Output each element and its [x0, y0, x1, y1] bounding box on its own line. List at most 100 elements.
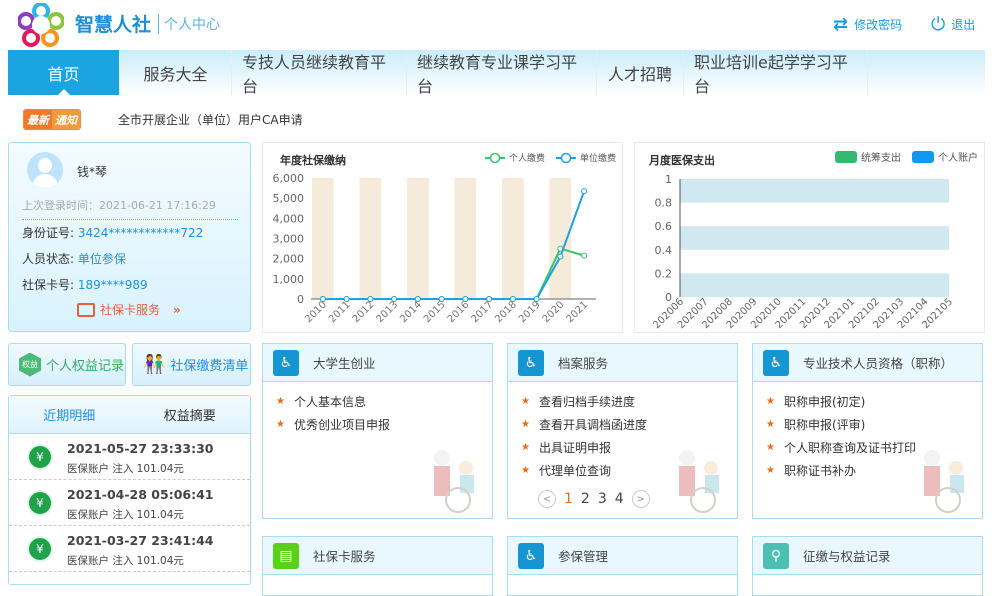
user-card: 钱*琴 上次登录时间：2021-06-21 17:16:29 身份证号: 342…: [8, 142, 251, 332]
nav-tab-course-platform[interactable]: 继续教育专业课学习平台: [407, 50, 597, 96]
change-password-label: 修改密码: [854, 18, 903, 32]
service-link[interactable]: 优秀创业项目申报: [276, 413, 492, 436]
rights-badge-icon: 权益: [19, 352, 41, 377]
x-tick-label: 2021: [564, 299, 590, 325]
swap-icon: ⇄: [833, 14, 849, 35]
legend-label: 个人缴费: [509, 152, 545, 164]
x-tick-label: 2015: [422, 299, 448, 325]
logout-link[interactable]: ⏻ 退出: [931, 14, 975, 35]
nav-tab-recruitment[interactable]: 人才招聘: [597, 50, 684, 95]
nav-tab-training[interactable]: 职业培训e起学学习平台: [684, 50, 868, 96]
legend-swatch: [835, 151, 857, 163]
card-service-link[interactable]: 社保卡服务 »: [77, 301, 181, 318]
x-tick-label: 2016: [446, 299, 472, 325]
site-title: 智慧人社: [75, 14, 152, 36]
data-point: [343, 296, 350, 302]
status-row: 人员状态: 单位参保: [22, 252, 126, 266]
person-icon: ♿: [273, 349, 299, 376]
x-tick-label: 2020: [541, 299, 567, 325]
y-tick-label: 0: [297, 293, 304, 306]
service-card: ♿ 参保管理: [507, 536, 738, 596]
next-page-button[interactable]: >: [631, 490, 650, 508]
person-icon: ♿: [763, 349, 789, 376]
change-password-link[interactable]: ⇄ 修改密码: [833, 14, 902, 35]
service-title[interactable]: 大学生创业: [313, 353, 376, 372]
page-3[interactable]: 3: [598, 491, 607, 507]
data-point: [581, 252, 588, 259]
service-link[interactable]: 查看开具调档函进度: [521, 413, 737, 436]
x-tick-label: 2012: [351, 299, 377, 325]
nav-tab-services[interactable]: 服务大全: [120, 50, 232, 95]
service-card: ♿档案服务查看归档手续进度查看开具调档函进度出具证明申报代理单位查询<1234>: [507, 343, 738, 519]
record-item: ¥2021-03-27 23:41:44 医保账户 注入 101.04元: [9, 526, 250, 572]
id-number-row: 身份证号: 3424************722: [22, 226, 204, 240]
site-subtitle: 个人中心: [158, 14, 220, 34]
category-band: [454, 178, 477, 299]
x-tick-label: 2013: [374, 299, 400, 325]
service-link[interactable]: 职称申报(评审): [766, 413, 982, 436]
data-point: [438, 296, 445, 302]
record-desc: 医保账户 注入 101.04元: [67, 509, 184, 521]
data-point: [509, 296, 516, 302]
service-link[interactable]: 职称申报(初定): [766, 390, 982, 413]
service-link[interactable]: 查看归档手续进度: [521, 390, 737, 413]
wheelchair-illustration: [679, 450, 719, 513]
x-tick-label: 2011: [327, 299, 353, 325]
power-icon: ⏻: [931, 14, 946, 35]
page-2[interactable]: 2: [581, 491, 590, 507]
y-tick-label: 3,000: [273, 233, 305, 246]
x-tick-label: 2017: [469, 299, 495, 325]
search-user-icon: ⚲: [763, 542, 789, 569]
prev-page-button[interactable]: <: [538, 490, 556, 508]
logo: [17, 2, 65, 47]
service-title[interactable]: 档案服务: [558, 353, 608, 372]
category-band: [359, 178, 382, 299]
nav-tab-home[interactable]: 首页: [8, 50, 120, 95]
service-link[interactable]: 个人基本信息: [276, 390, 492, 413]
y-tick-label: 1,000: [273, 273, 305, 286]
nav-tab-pro-education[interactable]: 专技人员继续教育平台: [232, 50, 407, 96]
legend-marker: [560, 152, 572, 164]
service-title[interactable]: 征缴与权益记录: [803, 546, 891, 565]
y-tick-label: 0.8: [655, 197, 673, 210]
main-nav: 首页 服务大全 专技人员继续教育平台 继续教育专业课学习平台 人才招聘 职业培训…: [8, 50, 985, 96]
tab-rights-summary[interactable]: 权益摘要: [130, 396, 251, 433]
y-tick-label: 4,000: [273, 212, 305, 225]
record-time: 2021-04-28 05:06:41: [67, 487, 214, 502]
logout-label: 退出: [951, 18, 976, 32]
card-service-label: 社保卡服务: [100, 303, 161, 317]
x-tick-label: 2018: [493, 299, 519, 325]
y-tick-label: 0.2: [655, 267, 673, 280]
legend-label: 单位缴费: [580, 152, 616, 164]
payment-list-button[interactable]: 👫 社保缴费清单: [132, 343, 251, 386]
category-band: [407, 178, 429, 299]
tab-recent-details[interactable]: 近期明细: [9, 396, 130, 433]
category-band: [502, 178, 524, 299]
legend-label: 个人账户: [938, 151, 978, 164]
id-card-icon: [77, 302, 95, 317]
wheelchair-illustration: [434, 450, 474, 513]
service-card: ♿专业技术人员资格（职称）职称申报(初定)职称申报(评审)个人职称查询及证书打印…: [752, 343, 983, 519]
x-tick-label: 2014: [398, 299, 424, 325]
person-icon: ♿: [518, 542, 544, 569]
page-1[interactable]: 1: [564, 491, 573, 507]
rights-record-button[interactable]: 权益 个人权益记录: [8, 343, 126, 386]
person-icon: ♿: [518, 349, 544, 376]
record-time: 2021-03-27 23:41:44: [67, 533, 214, 548]
service-card: ⚲ 征缴与权益记录: [752, 536, 983, 596]
service-title[interactable]: 专业技术人员资格（职称）: [803, 353, 953, 372]
data-point: [319, 296, 326, 302]
page-4[interactable]: 4: [615, 491, 624, 507]
service-card: ♿ 大学生创业个人基本信息优秀创业项目申报: [262, 343, 493, 519]
legend-label: 统筹支出: [861, 151, 901, 164]
y-tick-label: 6,000: [273, 172, 305, 185]
monthly-medical-chart: 月度医保支出 0 0.2 0.4 0.6 0.8 1 202006 202007 202008 2…: [634, 142, 985, 333]
y-tick-label: 0: [665, 291, 672, 304]
payment-list-label: 社保缴费清单: [170, 359, 249, 374]
service-title[interactable]: 社保卡服务: [313, 546, 376, 565]
grid-band: [680, 273, 949, 297]
service-title[interactable]: 参保管理: [558, 546, 608, 565]
elderly-couple-icon: 👫: [143, 354, 166, 375]
notice-link[interactable]: 全市开展企业（单位）用户CA申请: [118, 111, 303, 128]
avatar: [27, 152, 63, 188]
